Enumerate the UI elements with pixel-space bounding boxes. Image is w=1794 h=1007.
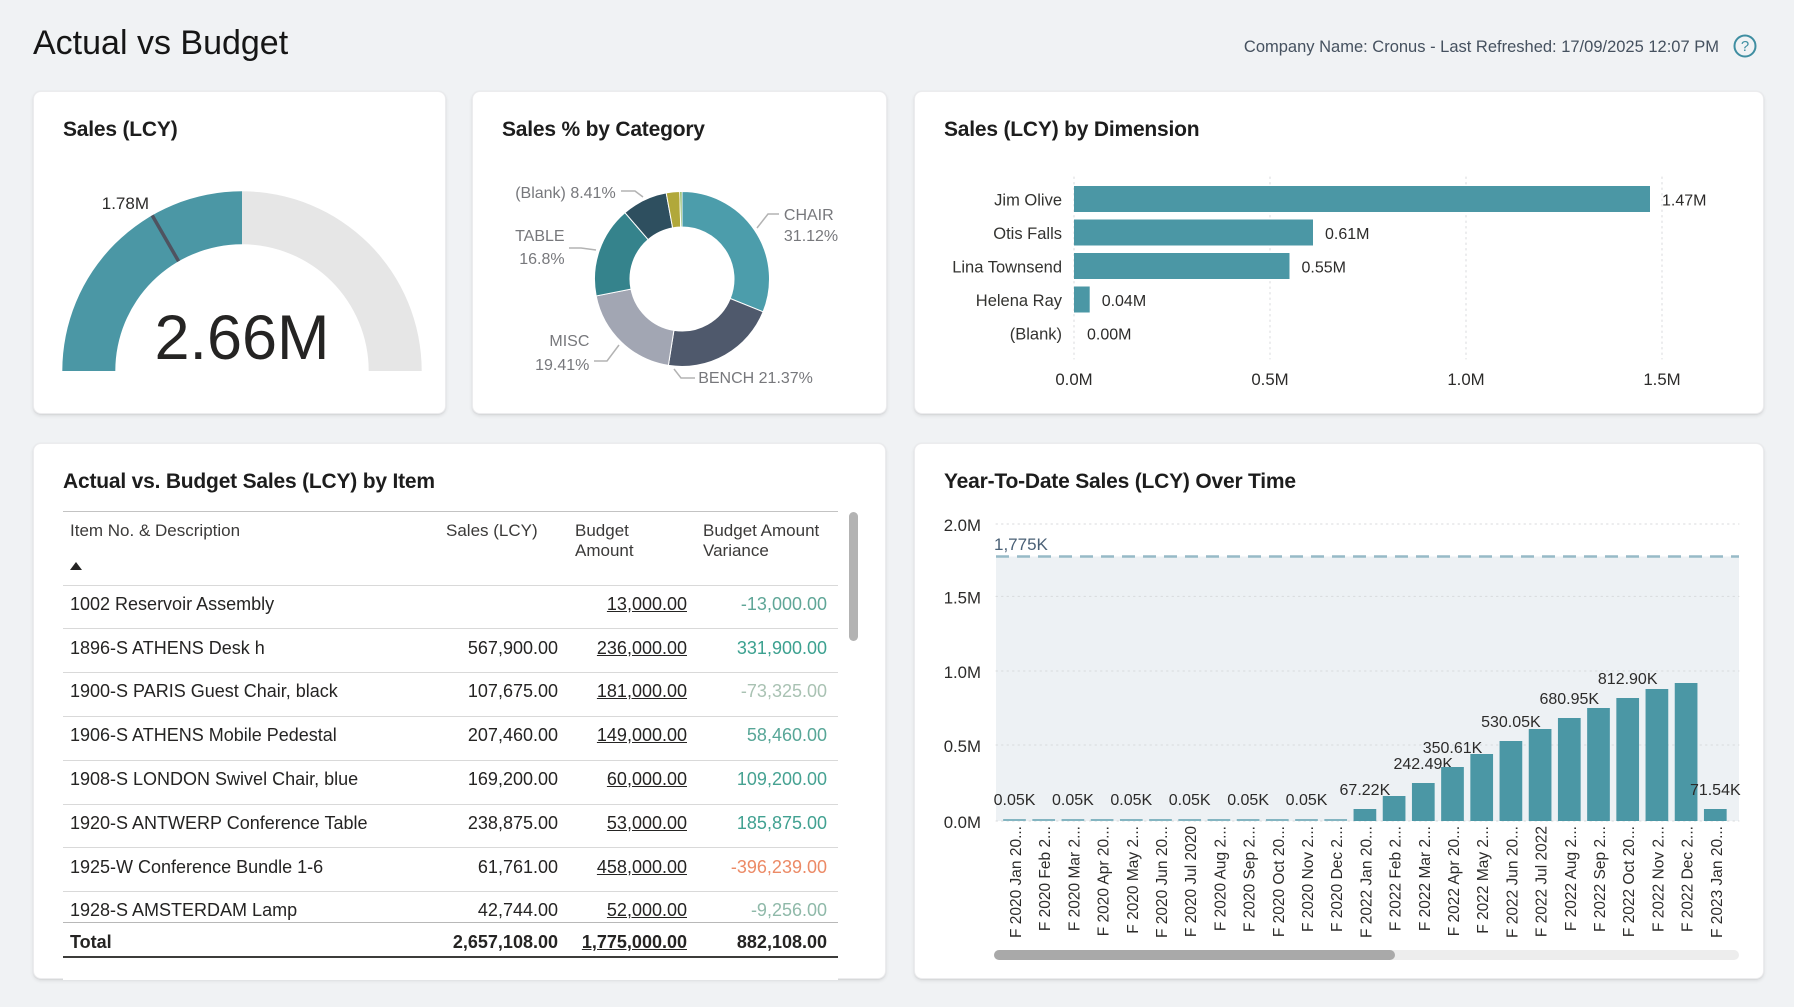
svg-text:F 2022 Jan 20...: F 2022 Jan 20... — [1358, 826, 1375, 938]
svg-text:F 2022 May 2...: F 2022 May 2... — [1475, 826, 1492, 934]
svg-text:F 2020 May 2...: F 2020 May 2... — [1125, 826, 1142, 934]
svg-text:Jim Olive: Jim Olive — [994, 192, 1062, 210]
svg-text:F 2020 Dec 2...: F 2020 Dec 2... — [1329, 826, 1346, 932]
svg-text:F 2020 Apr 20...: F 2020 Apr 20... — [1096, 826, 1113, 936]
svg-text:0.05K: 0.05K — [1169, 792, 1211, 809]
svg-text:F 2022 Apr 20...: F 2022 Apr 20... — [1446, 826, 1463, 936]
svg-text:0.04M: 0.04M — [1102, 293, 1146, 310]
svg-text:(Blank): (Blank) — [1010, 326, 1062, 344]
svg-text:F 2022 Dec 2...: F 2022 Dec 2... — [1680, 826, 1697, 932]
svg-text:F 2023 Jan 20...: F 2023 Jan 20... — [1709, 826, 1726, 938]
svg-text:F 2022 Jun 20...: F 2022 Jun 20... — [1504, 826, 1521, 938]
svg-text:Helena Ray: Helena Ray — [976, 292, 1063, 310]
svg-text:0.61M: 0.61M — [1325, 226, 1369, 243]
svg-text:1.5M: 1.5M — [1643, 370, 1680, 389]
svg-text:TABLE: TABLE — [515, 228, 565, 245]
svg-text:F 2022 Mar 2...: F 2022 Mar 2... — [1417, 826, 1434, 931]
svg-text:0.55M: 0.55M — [1302, 260, 1346, 277]
svg-text:0.0M: 0.0M — [944, 813, 981, 832]
svg-text:0.05K: 0.05K — [1110, 792, 1152, 809]
svg-text:0.00M: 0.00M — [1087, 327, 1131, 344]
svg-text:F 2020 Nov 2...: F 2020 Nov 2... — [1300, 826, 1317, 932]
svg-text:F 2020 Oct 20...: F 2020 Oct 20... — [1271, 826, 1288, 937]
svg-text:CHAIR: CHAIR — [784, 207, 834, 224]
svg-text:F 2020 Jun 20...: F 2020 Jun 20... — [1154, 826, 1171, 938]
svg-text:680.95K: 680.95K — [1539, 691, 1599, 708]
svg-text:16.8%: 16.8% — [519, 251, 564, 268]
svg-text:BENCH 21.37%: BENCH 21.37% — [698, 370, 813, 387]
svg-text:MISC: MISC — [549, 333, 589, 350]
svg-text:F 2020 Jan 20...: F 2020 Jan 20... — [1008, 826, 1025, 938]
svg-text:0.05K: 0.05K — [994, 792, 1036, 809]
svg-text:F 2020 Sep 2...: F 2020 Sep 2... — [1242, 826, 1259, 932]
svg-text:F 2020 Aug 2...: F 2020 Aug 2... — [1212, 826, 1229, 931]
svg-text:0.05K: 0.05K — [1052, 792, 1094, 809]
svg-text:0.5M: 0.5M — [944, 737, 981, 756]
svg-text:F 2020 Mar 2...: F 2020 Mar 2... — [1066, 826, 1083, 931]
svg-text:0.05K: 0.05K — [1286, 792, 1328, 809]
svg-text:(Blank) 8.41%: (Blank) 8.41% — [515, 185, 616, 202]
svg-text:2.66M: 2.66M — [154, 303, 329, 373]
svg-text:F 2020 Feb 2...: F 2020 Feb 2... — [1037, 826, 1054, 931]
svg-text:71.54K: 71.54K — [1690, 782, 1741, 799]
svg-text:1.5M: 1.5M — [944, 588, 981, 607]
svg-text:2.0M: 2.0M — [944, 516, 981, 535]
svg-text:1.47M: 1.47M — [1662, 193, 1706, 210]
svg-text:F 2022 Jul 2022: F 2022 Jul 2022 — [1534, 826, 1551, 937]
svg-text:F 2022 Nov 2...: F 2022 Nov 2... — [1650, 826, 1667, 932]
svg-text:0.0M: 0.0M — [1055, 370, 1092, 389]
svg-text:F 2022 Feb 2...: F 2022 Feb 2... — [1388, 826, 1405, 931]
svg-text:F 2022 Aug 2...: F 2022 Aug 2... — [1563, 826, 1580, 931]
svg-text:0.5M: 0.5M — [1251, 370, 1288, 389]
svg-text:812.90K: 812.90K — [1598, 671, 1658, 688]
svg-text:31.12%: 31.12% — [784, 228, 838, 245]
svg-text:1.0M: 1.0M — [1447, 370, 1484, 389]
svg-text:F 2020 Jul 2020: F 2020 Jul 2020 — [1183, 826, 1200, 938]
svg-text:1,775K: 1,775K — [994, 535, 1049, 554]
svg-text:19.41%: 19.41% — [535, 357, 589, 374]
svg-text:530.05K: 530.05K — [1481, 714, 1541, 731]
svg-text:1.0M: 1.0M — [944, 663, 981, 682]
svg-text:Lina Townsend: Lina Townsend — [952, 259, 1062, 277]
svg-text:1.78M: 1.78M — [102, 194, 149, 213]
svg-text:F 2022 Sep 2...: F 2022 Sep 2... — [1592, 826, 1609, 932]
svg-text:?: ? — [1741, 38, 1749, 55]
svg-text:0.05K: 0.05K — [1227, 792, 1269, 809]
svg-text:Otis Falls: Otis Falls — [993, 225, 1062, 243]
svg-text:F 2022 Oct 20...: F 2022 Oct 20... — [1621, 826, 1638, 937]
